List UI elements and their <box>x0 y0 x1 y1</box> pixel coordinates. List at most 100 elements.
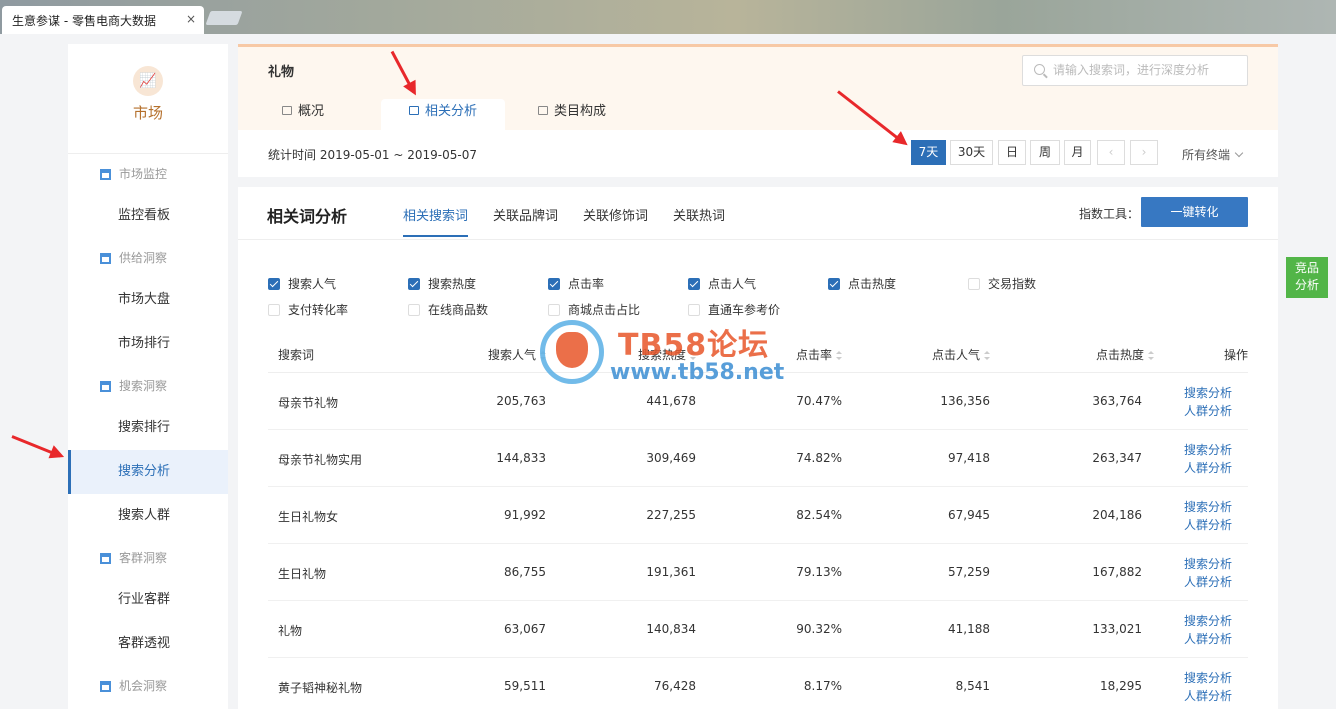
checkbox-label: 直通车参考价 <box>708 303 781 317</box>
search-analysis-link[interactable]: 搜索分析 <box>1184 384 1232 402</box>
terminal-select[interactable]: 所有终端 <box>1182 146 1244 163</box>
checkbox-label: 商城点击占比 <box>568 303 641 317</box>
terminal-value: 所有终端 <box>1182 148 1231 162</box>
nav-group-label: 客群洞察 <box>119 551 168 565</box>
metric-checkbox[interactable]: 在线商品数 <box>408 301 488 318</box>
search-analysis-link[interactable]: 搜索分析 <box>1184 498 1232 516</box>
column-header[interactable]: 点击热度 <box>1096 346 1154 363</box>
crowd-analysis-link[interactable]: 人群分析 <box>1184 402 1232 420</box>
tab-0[interactable]: 概况 <box>272 99 334 133</box>
close-icon[interactable]: × <box>186 12 196 26</box>
sort-icon[interactable] <box>984 351 990 360</box>
cell-ctr: 82.54% <box>796 508 842 522</box>
range-button[interactable]: 月 <box>1064 140 1091 165</box>
search-input[interactable]: 请输入搜索词，进行深度分析 <box>1022 55 1248 86</box>
bag-icon <box>409 106 419 115</box>
range-button[interactable]: 周 <box>1030 140 1060 165</box>
hand-icon <box>556 332 588 368</box>
cell-word: 黄子韬神秘礼物 <box>278 681 363 695</box>
metric-checkbox[interactable]: 支付转化率 <box>268 301 348 318</box>
subtab-3[interactable]: 关联热词 <box>673 205 725 237</box>
sidebar-item[interactable]: 搜索人群 <box>68 494 228 538</box>
nav-group: 机会洞察 <box>68 666 228 706</box>
column-header[interactable]: 点击人气 <box>932 346 990 363</box>
checkbox-label: 点击人气 <box>708 277 757 291</box>
convert-button[interactable]: 一键转化 <box>1141 197 1248 227</box>
checkbox-checked-icon <box>408 277 420 290</box>
range-button[interactable]: 日 <box>998 140 1026 165</box>
tab-1[interactable]: 相关分析 <box>381 99 506 133</box>
search-analysis-link[interactable]: 搜索分析 <box>1184 669 1232 687</box>
column-header[interactable]: 点击率 <box>796 346 842 363</box>
subtab-0[interactable]: 相关搜索词 <box>403 205 469 237</box>
metric-checkbox[interactable]: 搜索人气 <box>268 275 336 292</box>
sort-icon[interactable] <box>836 351 842 360</box>
cell-click-pop: 41,188 <box>948 622 990 636</box>
checkbox-label: 在线商品数 <box>428 303 489 317</box>
cell-click-pop: 57,259 <box>948 565 990 579</box>
metric-checkbox[interactable]: 搜索热度 <box>408 275 476 292</box>
prev-arrow-icon[interactable]: ‹ <box>1097 140 1125 165</box>
checkbox-icon <box>548 303 560 316</box>
sidebar-item[interactable]: 市场大盘 <box>68 278 228 322</box>
cell-click-pop: 136,356 <box>940 394 990 408</box>
search-analysis-link[interactable]: 搜索分析 <box>1184 555 1232 573</box>
checkbox-icon <box>688 303 700 316</box>
range-button[interactable]: 7天 <box>911 140 946 165</box>
stat-time: 统计时间 2019-05-01 ~ 2019-05-07 <box>268 148 477 162</box>
tab-2[interactable]: 类目构成 <box>528 99 616 133</box>
related-words-panel: 相关词分析 相关搜索词 关联品牌词 关联修饰词 关联热词 指数工具： 一键转化 搜索人… <box>238 187 1278 709</box>
table-row: 生日礼物女 91,992 227,255 82.54% 67,945 204,186 搜索分… <box>268 487 1248 544</box>
sidebar-item[interactable]: 监控看板 <box>68 194 228 238</box>
search-analysis-link[interactable]: 搜索分析 <box>1184 612 1232 630</box>
cell-word: 母亲节礼物实用 <box>278 453 363 467</box>
checkbox-checked-icon <box>688 277 700 290</box>
metric-checkbox[interactable]: 点击热度 <box>828 275 896 292</box>
nav-group-label: 机会洞察 <box>119 679 168 693</box>
sort-icon[interactable] <box>1148 351 1154 360</box>
metric-checkbox[interactable]: 点击率 <box>548 275 604 292</box>
cell-click-pop: 67,945 <box>948 508 990 522</box>
column-header[interactable]: 搜索人气 <box>488 346 546 363</box>
metric-checkbox[interactable]: 直通车参考价 <box>688 301 780 318</box>
cell-click-pop: 97,418 <box>948 451 990 465</box>
browser-tab[interactable]: 生意参谋 - 零售电商大数据 × <box>2 6 204 34</box>
nav-group: 客群洞察 <box>68 538 228 578</box>
metric-checkbox[interactable]: 点击人气 <box>688 275 756 292</box>
subtab-2[interactable]: 关联修饰词 <box>583 205 648 237</box>
subtab-1[interactable]: 关联品牌词 <box>493 205 558 237</box>
search-placeholder: 请输入搜索词，进行深度分析 <box>1053 63 1210 77</box>
cell-click-heat: 133,021 <box>1092 622 1142 636</box>
new-tab-button[interactable] <box>205 11 243 25</box>
search-analysis-link[interactable]: 搜索分析 <box>1184 441 1232 459</box>
cell-search-pop: 86,755 <box>504 565 546 579</box>
watermark: TB58论坛 www.tb58.net <box>540 318 800 388</box>
cell-click-pop: 8,541 <box>955 679 990 693</box>
range-button[interactable]: 30天 <box>950 140 993 165</box>
search-icon <box>1034 64 1045 75</box>
sidebar-item[interactable]: 搜索分析 <box>68 450 228 494</box>
crowd-analysis-link[interactable]: 人群分析 <box>1184 573 1232 591</box>
tab-label: 相关分析 <box>425 104 478 119</box>
table-row: 黄子韬神秘礼物 59,511 76,428 8.17% 8,541 18,295 搜索分析人… <box>268 658 1248 709</box>
sidebar-item[interactable]: 客群透视 <box>68 622 228 666</box>
next-arrow-icon[interactable]: › <box>1130 140 1158 165</box>
competitor-analysis-button[interactable]: 竞品 分析 <box>1286 257 1328 298</box>
sidebar-item[interactable]: 搜索排行 <box>68 406 228 450</box>
nav-group-label: 市场监控 <box>119 167 168 181</box>
sidebar-nav: 市场监控 监控看板 供给洞察 市场大盘 市场排行 搜索洞察 搜索排行 搜索分析 搜索人群 客群洞察… <box>68 154 228 706</box>
crowd-analysis-link[interactable]: 人群分析 <box>1184 630 1232 648</box>
sidebar-item[interactable]: 行业客群 <box>68 578 228 622</box>
metric-checkbox[interactable]: 交易指数 <box>968 275 1036 292</box>
sidebar-item[interactable]: 市场排行 <box>68 322 228 366</box>
sidebar-brand[interactable]: 📈 市场 <box>68 44 228 154</box>
crowd-analysis-link[interactable]: 人群分析 <box>1184 459 1232 477</box>
crowd-analysis-link[interactable]: 人群分析 <box>1184 516 1232 534</box>
checkbox-label: 搜索人气 <box>288 277 337 291</box>
metric-checkbox[interactable]: 商城点击占比 <box>548 301 640 318</box>
checkbox-icon <box>408 303 420 316</box>
cell-search-heat: 140,834 <box>646 622 696 636</box>
crowd-analysis-link[interactable]: 人群分析 <box>1184 687 1232 705</box>
cell-click-heat: 18,295 <box>1100 679 1142 693</box>
table-row: 礼物 63,067 140,834 90.32% 41,188 133,021 搜索分析 人群… <box>268 601 1248 658</box>
